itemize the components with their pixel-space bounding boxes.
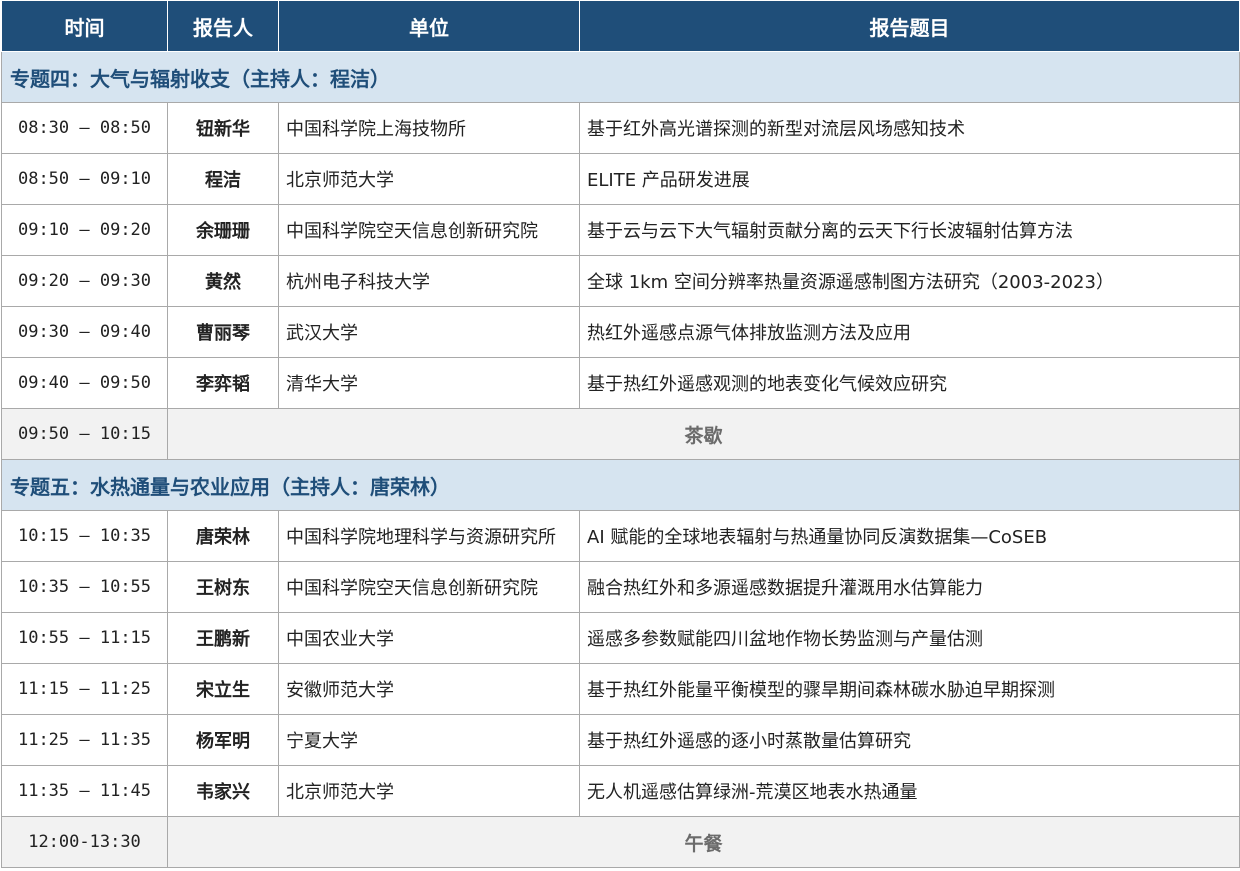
break-label: 午餐 <box>167 816 1240 868</box>
unit-cell: 中国科学院空天信息创新研究院 <box>278 204 580 256</box>
time-cell: 09:20 – 09:30 <box>1 255 168 307</box>
title-cell: 热红外遥感点源气体排放监测方法及应用 <box>579 306 1240 358</box>
time-cell: 11:35 – 11:45 <box>1 765 168 817</box>
title-cell: ELITE 产品研发进展 <box>579 153 1240 205</box>
section-title: 专题五：水热通量与农业应用（主持人：唐荣林） <box>1 459 1240 511</box>
table-row: 08:30 – 08:50 钮新华 中国科学院上海技物所 基于红外高光谱探测的新… <box>1 102 1240 154</box>
unit-cell: 宁夏大学 <box>278 714 580 766</box>
title-cell: 基于红外高光谱探测的新型对流层风场感知技术 <box>579 102 1240 154</box>
table-row: 09:40 – 09:50 李弈韬 清华大学 基于热红外遥感观测的地表变化气候效… <box>1 357 1240 409</box>
time-cell: 09:10 – 09:20 <box>1 204 168 256</box>
section-header-row: 专题五：水热通量与农业应用（主持人：唐荣林） <box>1 459 1240 511</box>
time-cell: 08:30 – 08:50 <box>1 102 168 154</box>
unit-cell: 武汉大学 <box>278 306 580 358</box>
title-cell: 基于热红外遥感的逐小时蒸散量估算研究 <box>579 714 1240 766</box>
speaker-cell: 钮新华 <box>167 102 279 154</box>
time-cell: 09:40 – 09:50 <box>1 357 168 409</box>
break-row: 09:50 – 10:15 茶歇 <box>1 408 1240 460</box>
table-row: 10:55 – 11:15 王鹏新 中国农业大学 遥感多参数赋能四川盆地作物长势… <box>1 612 1240 664</box>
time-cell: 11:25 – 11:35 <box>1 714 168 766</box>
table-row: 11:25 – 11:35 杨军明 宁夏大学 基于热红外遥感的逐小时蒸散量估算研… <box>1 714 1240 766</box>
title-cell: 全球 1km 空间分辨率热量资源遥感制图方法研究（2003-2023） <box>579 255 1240 307</box>
speaker-cell: 杨军明 <box>167 714 279 766</box>
unit-cell: 中国科学院上海技物所 <box>278 102 580 154</box>
speaker-cell: 王树东 <box>167 561 279 613</box>
speaker-cell: 宋立生 <box>167 663 279 715</box>
break-label: 茶歇 <box>167 408 1240 460</box>
unit-cell: 清华大学 <box>278 357 580 409</box>
table-row: 09:10 – 09:20 余珊珊 中国科学院空天信息创新研究院 基于云与云下大… <box>1 204 1240 256</box>
table-row: 09:30 – 09:40 曹丽琴 武汉大学 热红外遥感点源气体排放监测方法及应… <box>1 306 1240 358</box>
speaker-cell: 韦家兴 <box>167 765 279 817</box>
time-cell: 08:50 – 09:10 <box>1 153 168 205</box>
break-time: 12:00-13:30 <box>1 816 168 868</box>
break-row: 12:00-13:30 午餐 <box>1 816 1240 868</box>
time-cell: 11:15 – 11:25 <box>1 663 168 715</box>
table-row: 08:50 – 09:10 程洁 北京师范大学 ELITE 产品研发进展 <box>1 153 1240 205</box>
table-row: 09:20 – 09:30 黄然 杭州电子科技大学 全球 1km 空间分辨率热量… <box>1 255 1240 307</box>
title-cell: 基于云与云下大气辐射贡献分离的云天下行长波辐射估算方法 <box>579 204 1240 256</box>
speaker-cell: 李弈韬 <box>167 357 279 409</box>
unit-cell: 安徽师范大学 <box>278 663 580 715</box>
table-row: 10:35 – 10:55 王树东 中国科学院空天信息创新研究院 融合热红外和多… <box>1 561 1240 613</box>
header-title: 报告题目 <box>579 0 1240 52</box>
header-speaker: 报告人 <box>167 0 279 52</box>
header-unit: 单位 <box>278 0 580 52</box>
unit-cell: 北京师范大学 <box>278 765 580 817</box>
speaker-cell: 余珊珊 <box>167 204 279 256</box>
unit-cell: 中国科学院空天信息创新研究院 <box>278 561 580 613</box>
speaker-cell: 唐荣林 <box>167 510 279 562</box>
section-header-row: 专题四：大气与辐射收支（主持人：程洁） <box>1 51 1240 103</box>
unit-cell: 中国农业大学 <box>278 612 580 664</box>
unit-cell: 北京师范大学 <box>278 153 580 205</box>
title-cell: 无人机遥感估算绿洲-荒漠区地表水热通量 <box>579 765 1240 817</box>
time-cell: 10:15 – 10:35 <box>1 510 168 562</box>
title-cell: 基于热红外能量平衡模型的骤旱期间森林碳水胁迫早期探测 <box>579 663 1240 715</box>
section-title: 专题四：大气与辐射收支（主持人：程洁） <box>1 51 1240 103</box>
time-cell: 09:30 – 09:40 <box>1 306 168 358</box>
header-time: 时间 <box>1 0 168 52</box>
time-cell: 10:35 – 10:55 <box>1 561 168 613</box>
break-time: 09:50 – 10:15 <box>1 408 168 460</box>
speaker-cell: 曹丽琴 <box>167 306 279 358</box>
table-row: 11:35 – 11:45 韦家兴 北京师范大学 无人机遥感估算绿洲-荒漠区地表… <box>1 765 1240 817</box>
speaker-cell: 黄然 <box>167 255 279 307</box>
table-row: 11:15 – 11:25 宋立生 安徽师范大学 基于热红外能量平衡模型的骤旱期… <box>1 663 1240 715</box>
schedule-table: 时间 报告人 单位 报告题目 专题四：大气与辐射收支（主持人：程洁） 08:30… <box>1 0 1240 868</box>
title-cell: 基于热红外遥感观测的地表变化气候效应研究 <box>579 357 1240 409</box>
time-cell: 10:55 – 11:15 <box>1 612 168 664</box>
unit-cell: 中国科学院地理科学与资源研究所 <box>278 510 580 562</box>
table-row: 10:15 – 10:35 唐荣林 中国科学院地理科学与资源研究所 AI 赋能的… <box>1 510 1240 562</box>
speaker-cell: 王鹏新 <box>167 612 279 664</box>
title-cell: 遥感多参数赋能四川盆地作物长势监测与产量估测 <box>579 612 1240 664</box>
title-cell: 融合热红外和多源遥感数据提升灌溉用水估算能力 <box>579 561 1240 613</box>
title-cell: AI 赋能的全球地表辐射与热通量协同反演数据集—CoSEB <box>579 510 1240 562</box>
header-row: 时间 报告人 单位 报告题目 <box>1 0 1240 52</box>
unit-cell: 杭州电子科技大学 <box>278 255 580 307</box>
speaker-cell: 程洁 <box>167 153 279 205</box>
